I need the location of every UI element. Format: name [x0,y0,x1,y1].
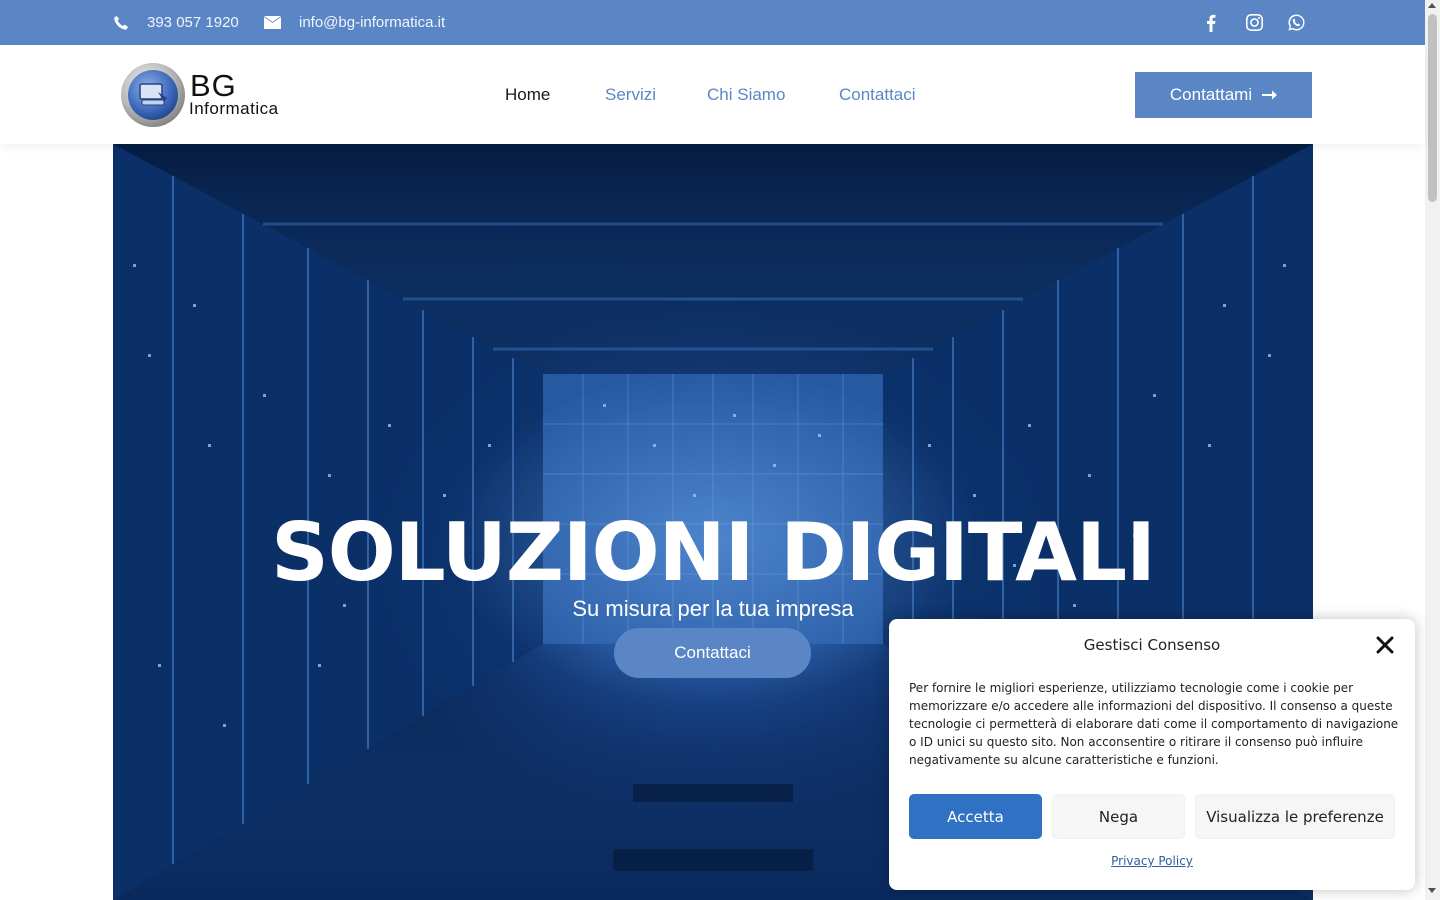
scroll-thumb[interactable] [1428,14,1437,202]
nav-contattaci-link[interactable]: Contattaci [839,85,916,105]
phone-icon [114,15,128,30]
logo-subtitle: Informatica [189,99,279,118]
cookie-consent-dialog: Gestisci Consenso Per fornire le miglior… [889,619,1415,890]
contattami-label: Contattami [1169,85,1253,104]
contattami-button[interactable]: Contattami [1135,72,1312,118]
close-icon[interactable] [1376,636,1394,654]
instagram-icon[interactable] [1242,0,1266,45]
phone-contact[interactable]: 393 057 1920 [113,0,239,45]
email-address[interactable]: info@bg-informatica.it [299,14,445,31]
site-logo[interactable]: BG Informatica [120,62,295,128]
accept-button[interactable]: Accetta [909,794,1042,839]
arrow-right-icon [1262,90,1278,100]
nav-home-link[interactable]: Home [505,85,550,105]
top-bar: 393 057 1920 info@bg-informatica.it [0,0,1425,45]
scroll-up-arrow-icon[interactable] [1428,3,1436,8]
nav-servizi[interactable]: Servizi [605,45,656,144]
logo-emblem-icon [121,63,185,127]
privacy-policy-link[interactable]: Privacy Policy [889,854,1415,868]
consent-text: Per fornire le migliori esperienze, util… [909,681,1399,767]
nav-chi-siamo-link[interactable]: Chi Siamo [707,85,785,105]
deny-button[interactable]: Nega [1052,794,1185,839]
page-scrollbar[interactable] [1425,0,1440,900]
preferences-button[interactable]: Visualizza le preferenze [1195,794,1395,839]
email-contact[interactable]: info@bg-informatica.it [264,0,445,45]
scroll-down-arrow-icon[interactable] [1428,888,1436,893]
site-header: BG Informatica Home Servizi Chi Siamo Co… [0,45,1425,144]
nav-contattaci[interactable]: Contattaci [839,45,916,144]
nav-servizi-link[interactable]: Servizi [605,85,656,105]
whatsapp-icon[interactable] [1284,0,1308,45]
nav-chi-siamo[interactable]: Chi Siamo [707,45,785,144]
hero-contattaci-button[interactable]: Contattaci [614,628,811,678]
nav-home[interactable]: Home [505,45,550,144]
phone-number[interactable]: 393 057 1920 [147,14,239,31]
hero-title: SOLUZIONI DIGITALI [271,506,1156,599]
facebook-icon[interactable] [1199,0,1223,45]
consent-title: Gestisci Consenso [1083,636,1221,654]
envelope-icon [264,16,281,29]
